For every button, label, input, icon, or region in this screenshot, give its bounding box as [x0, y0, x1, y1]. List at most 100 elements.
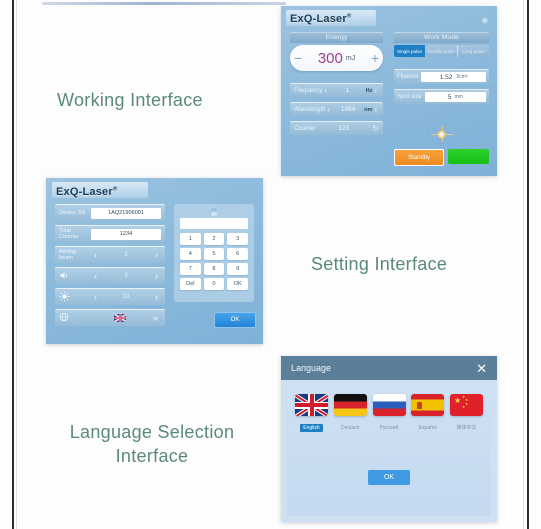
close-icon[interactable]: ✕	[476, 362, 487, 375]
refresh-icon[interactable]: ↻	[372, 124, 379, 133]
aiming-beam-increase-button[interactable]: ›	[152, 250, 161, 260]
tab-long-pulse[interactable]: Long pulse	[458, 45, 489, 57]
brand-logo: ExQ-Laser®	[56, 186, 117, 198]
language-option-russian[interactable]: Русский	[372, 394, 406, 434]
wavelength-increase-button[interactable]: ›	[372, 105, 379, 114]
language-label-chinese: 简体中文	[456, 425, 477, 431]
germany-flag-icon	[333, 394, 367, 416]
tab-single-pulse[interactable]: Single pulse	[394, 45, 426, 57]
brand-text: ExQ-Laser	[56, 186, 113, 198]
page-background: ExQ-Laser® Energy − 300 mJ + Frequency ‹…	[0, 0, 541, 529]
page-border-right-inner	[523, 0, 524, 529]
total-counter-label: Total Counter	[59, 228, 79, 240]
spot-size-field[interactable]: Spot size 5 mm	[394, 89, 489, 104]
frequency-decrease-button[interactable]: ‹	[322, 86, 329, 95]
wavelength-label: Wavelength	[294, 106, 326, 113]
key-ok[interactable]: OK	[227, 278, 248, 290]
work-mode-header: Work Mode	[394, 32, 489, 43]
language-dialog-titlebar: Language ✕	[281, 356, 497, 380]
volume-row[interactable]: ‹ 3 ›	[55, 267, 165, 284]
spot-size-label: Spot size	[397, 94, 422, 100]
aiming-beam-decrease-button[interactable]: ‹	[91, 250, 100, 260]
wavelength-row[interactable]: Wavelength ‹ 1064 nm ›	[290, 102, 383, 116]
key-4[interactable]: 4	[180, 248, 201, 260]
brand-logo: ExQ-Laser®	[290, 13, 351, 25]
language-option-english[interactable]: English	[295, 394, 328, 434]
energy-value-box[interactable]: − 300 mJ +	[290, 45, 383, 71]
keypad-display[interactable]	[180, 218, 248, 229]
fluence-field[interactable]: Fluence 1.52 J/cm²	[394, 69, 489, 84]
brand-trademark: ®	[112, 186, 118, 193]
frequency-value: 1	[345, 87, 350, 94]
key-9[interactable]: 9	[227, 263, 248, 275]
page-border-left	[12, 0, 14, 529]
key-1[interactable]: 1	[180, 233, 201, 245]
brightness-increase-button[interactable]: ›	[152, 292, 161, 302]
language-option-deutsch[interactable]: Deutsch	[333, 394, 367, 434]
language-ok-button[interactable]: OK	[368, 470, 410, 485]
key-6[interactable]: 6	[227, 248, 248, 260]
tab-double-pulse[interactable]: Double pulse	[426, 45, 458, 57]
energy-unit: mJ	[345, 54, 356, 62]
lock-icon	[211, 208, 217, 216]
key-5[interactable]: 5	[203, 248, 225, 260]
keypad-grid: 1 2 3 4 5 6 7 8 9 Del 0 OK	[180, 233, 248, 290]
language-options-list: English Deutsch Русский Español ★ ★ ★ ★ …	[295, 394, 483, 434]
globe-icon	[59, 312, 91, 324]
uk-flag-icon	[295, 394, 328, 416]
device-sn-label: Device SN	[59, 210, 86, 216]
speaker-icon	[59, 271, 91, 282]
key-0[interactable]: 0	[203, 278, 225, 290]
working-right-column: Work Mode Single pulse Double pulse Long…	[394, 32, 489, 104]
language-label-english: English	[300, 424, 323, 432]
frequency-increase-button[interactable]: ›	[372, 86, 379, 95]
volume-decrease-button[interactable]: ‹	[91, 271, 100, 281]
volume-value: 3	[124, 273, 128, 279]
key-3[interactable]: 3	[227, 233, 248, 245]
work-mode-tabs: Single pulse Double pulse Long pulse	[394, 45, 489, 57]
spot-size-value-box[interactable]: 5 mm	[424, 92, 486, 102]
frequency-row[interactable]: Frequency ‹ 1 Hz ›	[290, 83, 383, 97]
top-divider	[42, 2, 286, 5]
total-counter-value: 1234	[91, 228, 161, 240]
standby-button[interactable]: Standby	[394, 149, 444, 166]
caption-language-interface: Language Selection Interface	[42, 420, 262, 469]
aiming-beam-icon	[431, 126, 453, 142]
total-counter-row: Total Counter 1234	[55, 225, 165, 242]
volume-increase-button[interactable]: ›	[152, 271, 161, 281]
brand-trademark: ®	[346, 13, 352, 20]
brightness-decrease-button[interactable]: ‹	[91, 292, 100, 302]
wavelength-decrease-button[interactable]: ‹	[325, 105, 332, 114]
ready-button[interactable]	[448, 149, 489, 164]
frequency-unit: Hz	[365, 87, 373, 94]
setting-ok-button[interactable]: OK	[214, 312, 256, 328]
key-del[interactable]: Del	[180, 278, 201, 290]
key-7[interactable]: 7	[180, 263, 201, 275]
setting-fields-column: Device SN 1AQ21906001 Total Counter 1234…	[55, 204, 165, 330]
caption-setting-interface: Setting Interface	[311, 254, 448, 274]
counter-row[interactable]: Counter 123 ↻	[290, 121, 383, 135]
language-more-button[interactable]: »	[150, 313, 161, 323]
setting-interface-panel: ExQ-Laser® Device SN 1AQ21906001 Total C…	[46, 178, 263, 344]
energy-decrease-button[interactable]: −	[294, 50, 302, 66]
fluence-value-box[interactable]: 1.52 J/cm²	[421, 72, 486, 82]
spot-size-value: 5	[447, 93, 452, 101]
russia-flag-icon	[372, 394, 406, 416]
energy-increase-button[interactable]: +	[371, 50, 379, 66]
energy-value: 300	[317, 49, 343, 67]
language-label-spanish: Español	[418, 425, 437, 431]
gear-icon[interactable]	[480, 16, 489, 25]
brightness-row[interactable]: ‹ 10 ›	[55, 288, 165, 305]
working-interface-panel: ExQ-Laser® Energy − 300 mJ + Frequency ‹…	[281, 6, 497, 176]
key-8[interactable]: 8	[203, 263, 225, 275]
key-2[interactable]: 2	[203, 233, 225, 245]
language-row[interactable]: »	[55, 309, 165, 326]
aiming-beam-row[interactable]: Aiming beam ‹ 3 ›	[55, 246, 165, 263]
caption-working-interface: Working Interface	[57, 90, 203, 110]
language-interface-panel: Language ✕ English Deutsch Русский Españ…	[281, 356, 497, 522]
counter-value: 123	[338, 125, 350, 132]
language-option-chinese[interactable]: ★ ★ ★ ★ ★ 简体中文	[450, 394, 483, 434]
language-option-spanish[interactable]: Español	[411, 394, 445, 434]
wavelength-value: 1064	[340, 106, 356, 113]
device-sn-value: 1AQ21906001	[91, 207, 161, 219]
